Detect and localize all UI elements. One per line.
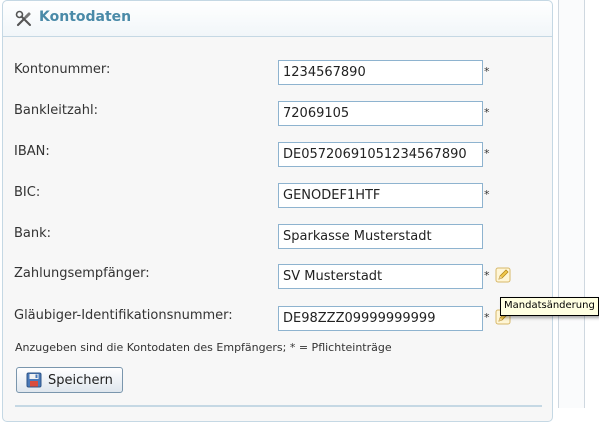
required-marker: * [484,188,490,201]
kontonummer-label: Kontonummer: [14,62,111,77]
zahlungsempfaenger-label: Zahlungsempfänger: [14,266,150,281]
panel-title: Kontodaten [39,9,132,25]
pencil-icon[interactable] [495,267,511,283]
panel-header: Kontodaten [3,1,552,37]
kontonummer-input[interactable]: 1234567890 [278,60,483,85]
bic-input[interactable]: GENODEF1HTF [278,183,483,208]
bankleitzahl-label: Bankleitzahl: [14,103,98,118]
bic-label: BIC: [14,185,41,200]
required-marker: * [484,269,490,282]
iban-input[interactable]: DE05720691051234567890 [278,142,483,167]
bank-label: Bank: [14,226,52,241]
required-marker: * [484,106,490,119]
save-button[interactable]: Speichern [16,367,123,393]
required-fields-hint: Anzugeben sind die Kontodaten des Empfän… [15,341,392,354]
tooltip: Mandatsänderung [500,297,599,316]
tools-icon [15,10,31,27]
glaeubiger-id-label: Gläubiger-Identifikationsnummer: [14,308,233,323]
floppy-disk-icon [26,372,42,388]
bankleitzahl-input[interactable]: 72069105 [278,101,483,126]
required-marker: * [484,65,490,78]
glaeubiger-id-input[interactable]: DE98ZZZ09999999999 [278,306,483,331]
save-button-label: Speichern [48,372,113,388]
divider [15,405,542,407]
scrollbar[interactable] [558,0,585,408]
bank-input[interactable]: Sparkasse Musterstadt [278,224,483,249]
kontodaten-panel: Kontodaten Kontonummer: 1234567890 * Ban… [2,0,553,422]
iban-label: IBAN: [14,144,50,159]
zahlungsempfaenger-input[interactable]: SV Musterstadt [278,264,483,289]
required-marker: * [484,147,490,160]
required-marker: * [484,311,490,324]
